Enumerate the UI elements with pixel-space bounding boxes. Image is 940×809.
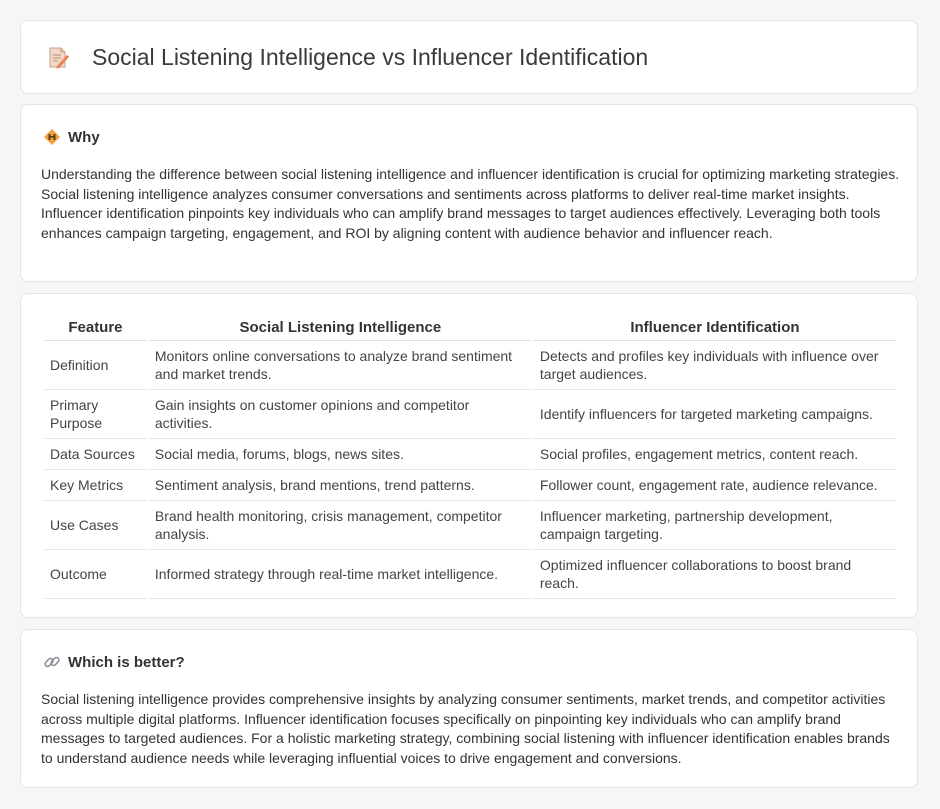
table-row: Outcome Informed strategy through real-t…	[44, 550, 896, 599]
better-text: Social listening intelligence provides c…	[41, 691, 890, 766]
social-cell: Informed strategy through real-time mark…	[148, 550, 532, 599]
social-cell: Sentiment analysis, brand mentions, tren…	[148, 470, 532, 501]
feature-cell: Data Sources	[44, 439, 147, 470]
influencer-cell: Optimized influencer collaborations to b…	[533, 550, 896, 599]
social-cell: Social media, forums, blogs, news sites.	[148, 439, 532, 470]
feature-cell: Use Cases	[44, 501, 147, 550]
feature-cell: Key Metrics	[44, 470, 147, 501]
why-heading: Why	[68, 128, 100, 146]
feature-cell: Outcome	[44, 550, 147, 599]
influencer-cell: Influencer marketing, partnership develo…	[533, 501, 896, 550]
influencer-cell: Identify influencers for targeted market…	[533, 390, 896, 439]
document-pencil-icon	[49, 47, 69, 69]
comparison-table-card: Feature Social Listening Intelligence In…	[20, 293, 918, 618]
feature-cell: Primary Purpose	[44, 390, 147, 439]
link-icon	[44, 656, 60, 668]
column-header-influencer-identification: Influencer Identification	[533, 314, 896, 341]
table-row: Data Sources Social media, forums, blogs…	[44, 439, 896, 470]
influencer-cell: Detects and profiles key individuals wit…	[533, 341, 896, 390]
social-cell: Monitors online conversations to analyze…	[148, 341, 532, 390]
diamond-warning-icon	[44, 129, 60, 145]
influencer-cell: Social profiles, engagement metrics, con…	[533, 439, 896, 470]
why-text: Understanding the difference between soc…	[41, 166, 900, 241]
which-is-better-section: Which is better? Social listening intell…	[20, 629, 918, 788]
influencer-cell: Follower count, engagement rate, audienc…	[533, 470, 896, 501]
comparison-table: Feature Social Listening Intelligence In…	[42, 314, 898, 599]
column-header-social-listening: Social Listening Intelligence	[148, 314, 532, 341]
column-header-feature: Feature	[44, 314, 147, 341]
table-row: Use Cases Brand health monitoring, crisi…	[44, 501, 896, 550]
table-row: Primary Purpose Gain insights on custome…	[44, 390, 896, 439]
table-header-row: Feature Social Listening Intelligence In…	[44, 314, 896, 341]
page-title: Social Listening Intelligence vs Influen…	[92, 44, 649, 70]
social-cell: Brand health monitoring, crisis manageme…	[148, 501, 532, 550]
why-section: Why Understanding the difference between…	[20, 104, 918, 282]
table-row: Definition Monitors online conversations…	[44, 341, 896, 390]
better-heading-row: Which is better?	[43, 652, 185, 672]
feature-cell: Definition	[44, 341, 147, 390]
better-heading: Which is better?	[68, 653, 185, 671]
why-heading-row: Why	[43, 127, 100, 147]
header-card: Social Listening Intelligence vs Influen…	[20, 20, 918, 94]
table-row: Key Metrics Sentiment analysis, brand me…	[44, 470, 896, 501]
social-cell: Gain insights on customer opinions and c…	[148, 390, 532, 439]
